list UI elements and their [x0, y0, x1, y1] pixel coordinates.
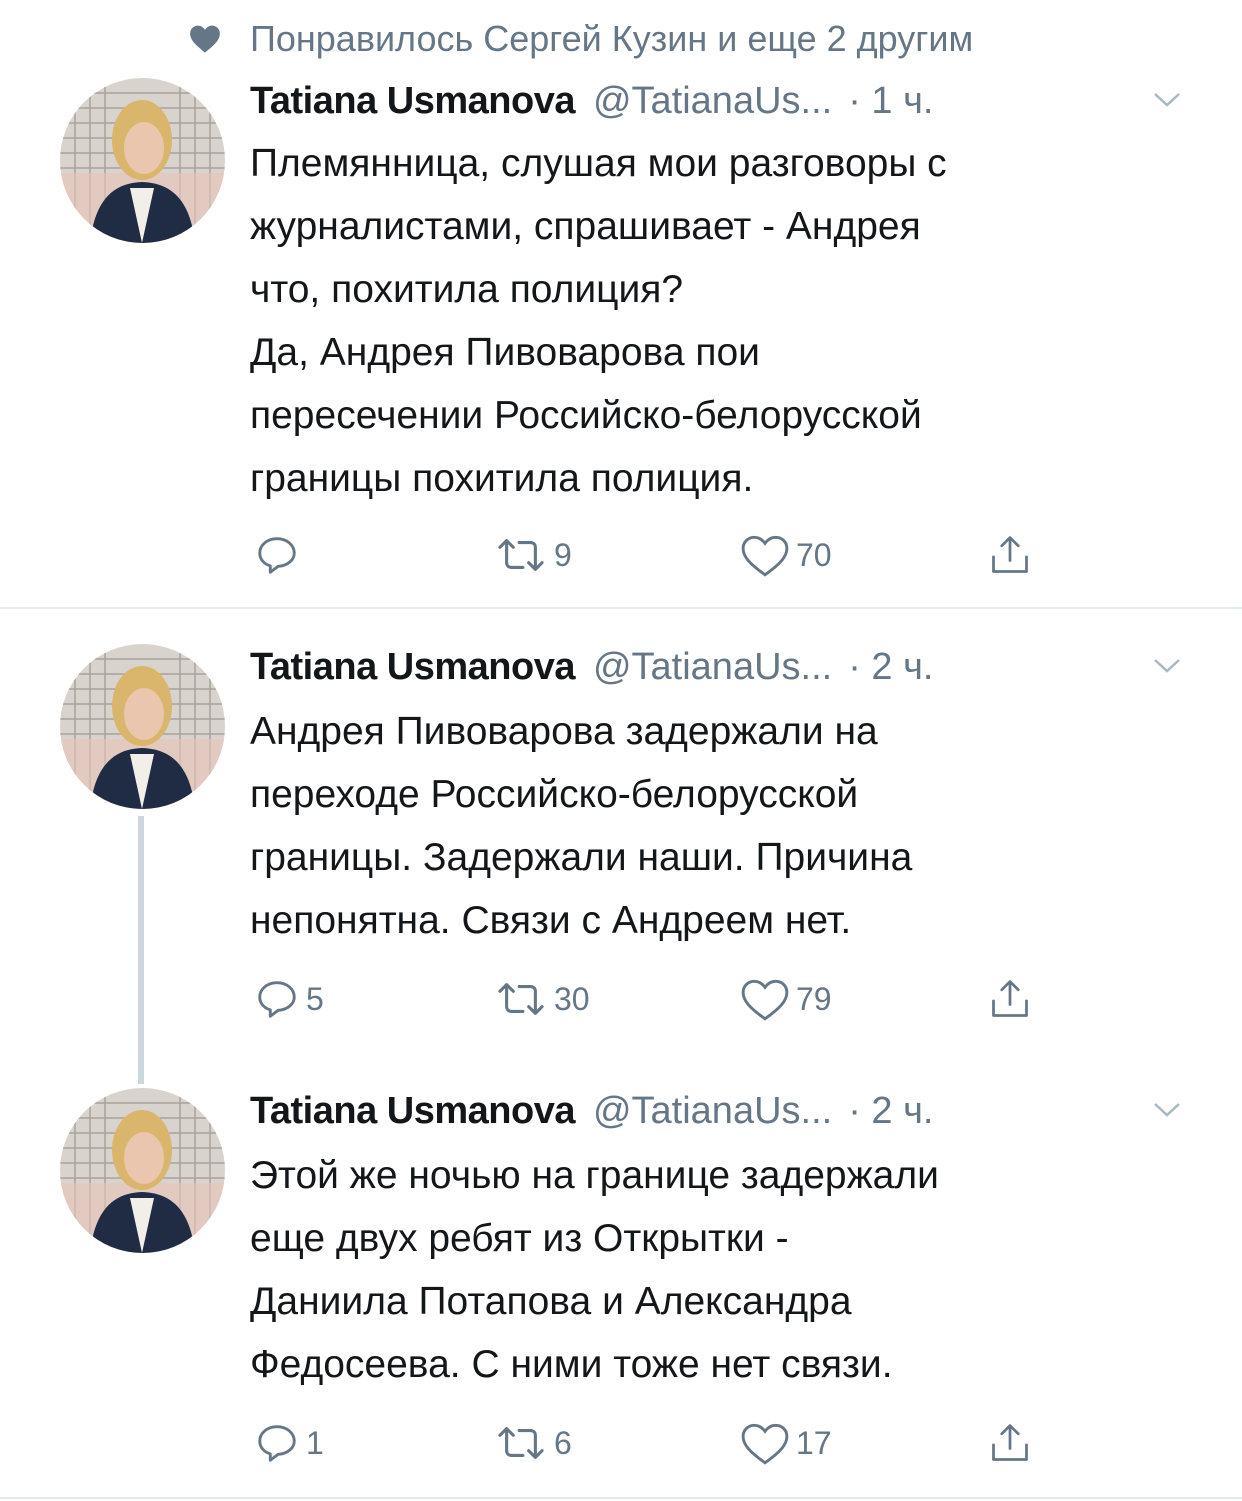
- tweet-time[interactable]: · 2 ч.: [848, 646, 933, 689]
- tweet-text: Этой же ночью на границе задержали еще д…: [250, 1154, 939, 1386]
- tweet-actions: 5 30 79: [250, 974, 1050, 1024]
- retweet-button[interactable]: 6: [494, 1418, 572, 1468]
- retweet-button[interactable]: 30: [494, 974, 590, 1024]
- share-button[interactable]: [988, 1418, 1032, 1468]
- reply-button[interactable]: [254, 530, 306, 580]
- share-icon: [992, 980, 1028, 1017]
- tweet-actions: 1 6 17: [250, 1418, 1050, 1468]
- avatar-photo: [60, 78, 225, 243]
- chevron-down-icon[interactable]: [1152, 654, 1182, 676]
- reply-button[interactable]: 5: [254, 974, 324, 1024]
- like-button[interactable]: 17: [740, 1418, 832, 1468]
- share-icon: [992, 1424, 1028, 1461]
- tweet-time[interactable]: · 1 ч.: [848, 80, 933, 123]
- tweet-separator: [0, 1497, 1242, 1499]
- tweet-time[interactable]: · 2 ч.: [848, 1090, 933, 1133]
- reply-count: 5: [306, 980, 324, 1017]
- reply-icon: [258, 537, 296, 574]
- reply-button[interactable]: 1: [254, 1418, 324, 1468]
- author-name[interactable]: Tatiana Usmanova: [250, 646, 575, 689]
- heart-icon: [741, 979, 789, 1021]
- retweet-count: 30: [554, 980, 590, 1017]
- like-count: 70: [796, 536, 832, 573]
- author-handle[interactable]: @TatianaUs...: [593, 80, 832, 123]
- heart-icon: [741, 1423, 789, 1465]
- chevron-down-icon[interactable]: [1152, 1098, 1182, 1120]
- share-icon: [992, 536, 1028, 573]
- author-handle[interactable]: @TatianaUs...: [593, 646, 832, 689]
- avatar-photo: [60, 644, 225, 809]
- tweet-separator: [0, 607, 1242, 609]
- retweet-count: 6: [554, 1424, 572, 1461]
- like-button[interactable]: 79: [740, 974, 832, 1024]
- share-button[interactable]: [988, 530, 1032, 580]
- tweet-header: Tatiana Usmanova @TatianaUs... · 1 ч.: [250, 76, 1182, 126]
- like-button[interactable]: 70: [740, 530, 832, 580]
- reply-count: 1: [306, 1424, 324, 1461]
- tweet-header: Tatiana Usmanova @TatianaUs... · 2 ч.: [250, 642, 1182, 692]
- retweet-icon: [498, 1427, 544, 1459]
- thread-connector: [138, 816, 144, 1084]
- author-name[interactable]: Tatiana Usmanova: [250, 1090, 575, 1133]
- like-count: 79: [796, 980, 832, 1017]
- reply-icon: [258, 1425, 296, 1462]
- social-context[interactable]: Понравилось Сергей Кузин и еще 2 другим: [188, 14, 973, 64]
- heart-filled-icon: [190, 25, 220, 53]
- share-button[interactable]: [988, 974, 1032, 1024]
- retweet-button[interactable]: 9: [494, 530, 572, 580]
- tweet-text: Племянница, слушая мои разговоры с журна…: [250, 142, 947, 500]
- avatar-photo: [60, 1088, 225, 1253]
- avatar[interactable]: [60, 644, 225, 809]
- tweet-header: Tatiana Usmanova @TatianaUs... · 2 ч.: [250, 1086, 1182, 1136]
- heart-icon: [741, 535, 789, 577]
- like-count: 17: [796, 1424, 832, 1461]
- social-context-text: Понравилось Сергей Кузин и еще 2 другим: [250, 18, 974, 59]
- tweet-actions: 9 70: [250, 530, 1050, 580]
- tweet-text: Андрея Пивоварова задержали на переходе …: [250, 710, 913, 942]
- retweet-count: 9: [554, 536, 572, 573]
- author-name[interactable]: Tatiana Usmanova: [250, 80, 575, 123]
- avatar[interactable]: [60, 1088, 225, 1253]
- avatar[interactable]: [60, 78, 225, 243]
- reply-icon: [258, 981, 296, 1018]
- author-handle[interactable]: @TatianaUs...: [593, 1090, 832, 1133]
- retweet-icon: [498, 983, 544, 1015]
- retweet-icon: [498, 539, 544, 571]
- chevron-down-icon[interactable]: [1152, 88, 1182, 110]
